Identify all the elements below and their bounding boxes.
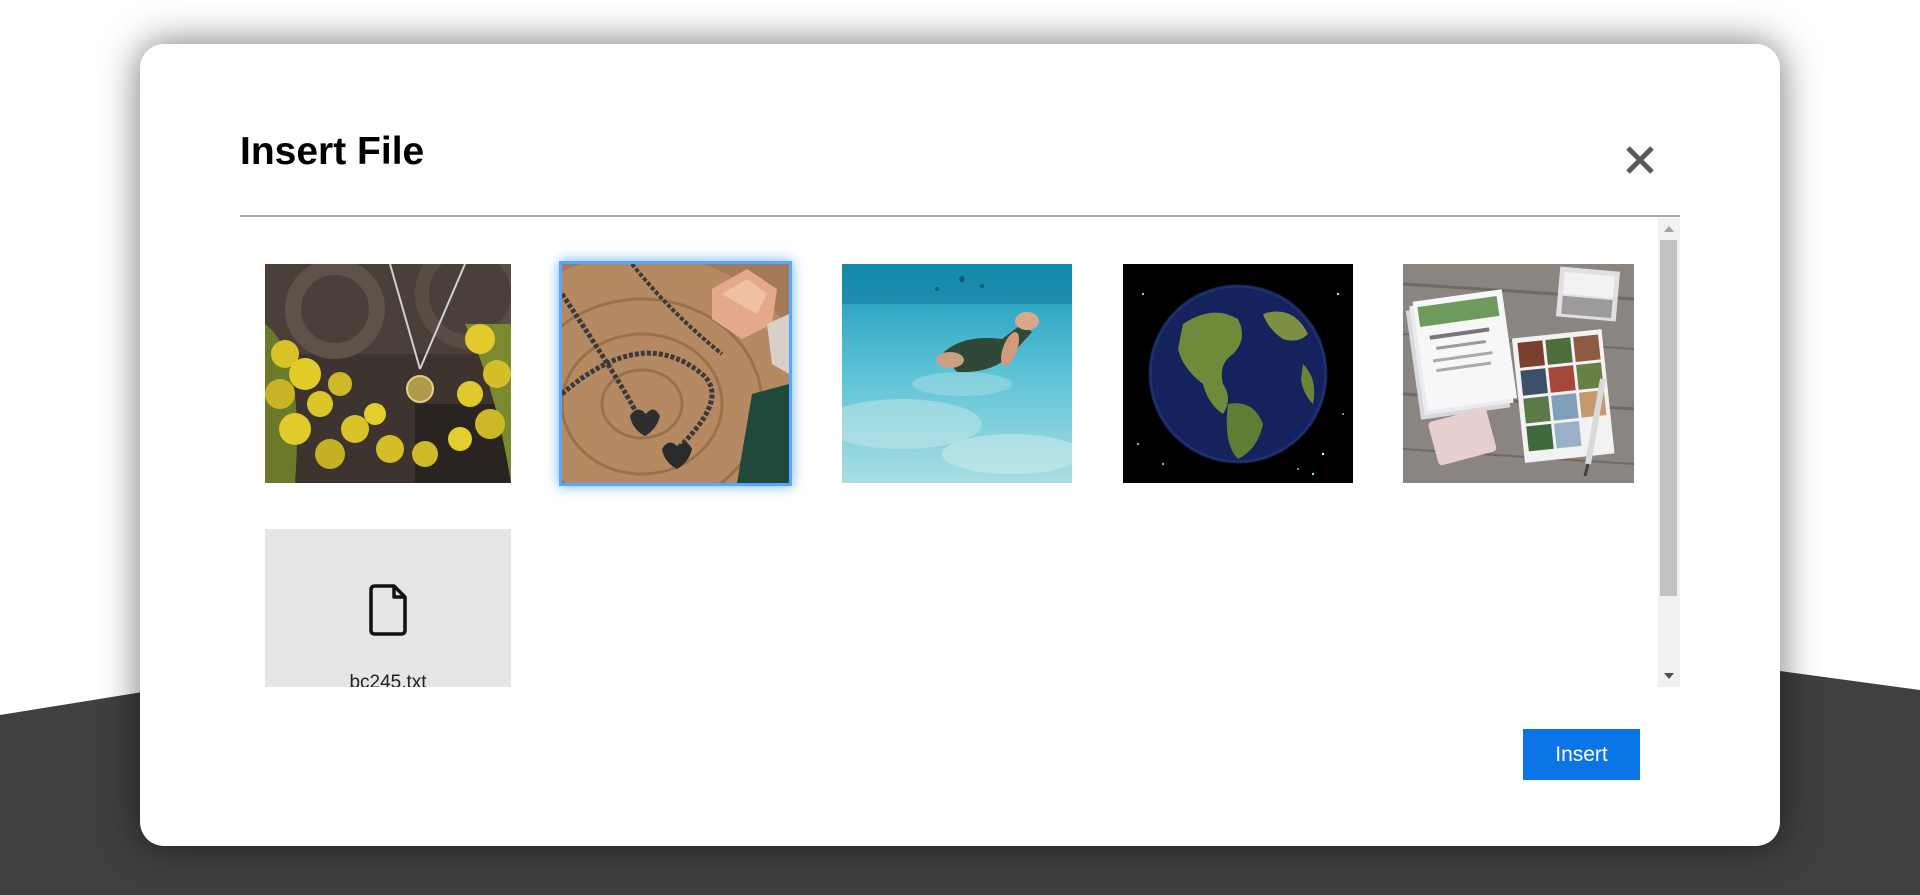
close-button[interactable]	[1618, 138, 1662, 182]
file-thumbnail-3[interactable]	[842, 264, 1072, 483]
thumbnail-image-cards	[1403, 264, 1634, 483]
header-divider	[240, 215, 1680, 217]
file-tile-text[interactable]: bc245.txt	[265, 529, 511, 687]
thumbnail-image-earth	[1123, 264, 1353, 483]
scroll-up-arrow[interactable]	[1664, 226, 1674, 232]
scroll-down-arrow[interactable]	[1664, 673, 1674, 679]
gallery-scrollbar[interactable]	[1658, 218, 1680, 687]
file-name-label: bc245.txt	[349, 672, 427, 687]
scroll-thumb[interactable]	[1660, 240, 1677, 596]
thumbnail-image-heart-pendant	[562, 264, 789, 483]
file-thumbnail-5[interactable]	[1403, 264, 1634, 483]
file-thumbnail-1[interactable]	[265, 264, 511, 483]
insert-button[interactable]: Insert	[1523, 729, 1640, 780]
file-thumbnail-4[interactable]	[1123, 264, 1353, 483]
close-icon	[1626, 146, 1654, 174]
thumbnail-image-swimmer	[842, 264, 1072, 483]
file-thumbnail-2[interactable]	[562, 264, 789, 483]
insert-file-dialog: Insert File bc245.txt Insert	[140, 44, 1780, 846]
dialog-title: Insert File	[240, 130, 425, 173]
file-gallery: bc245.txt	[240, 218, 1680, 687]
thumbnail-image-necklace-flowers	[265, 264, 511, 483]
file-icon	[369, 584, 407, 636]
